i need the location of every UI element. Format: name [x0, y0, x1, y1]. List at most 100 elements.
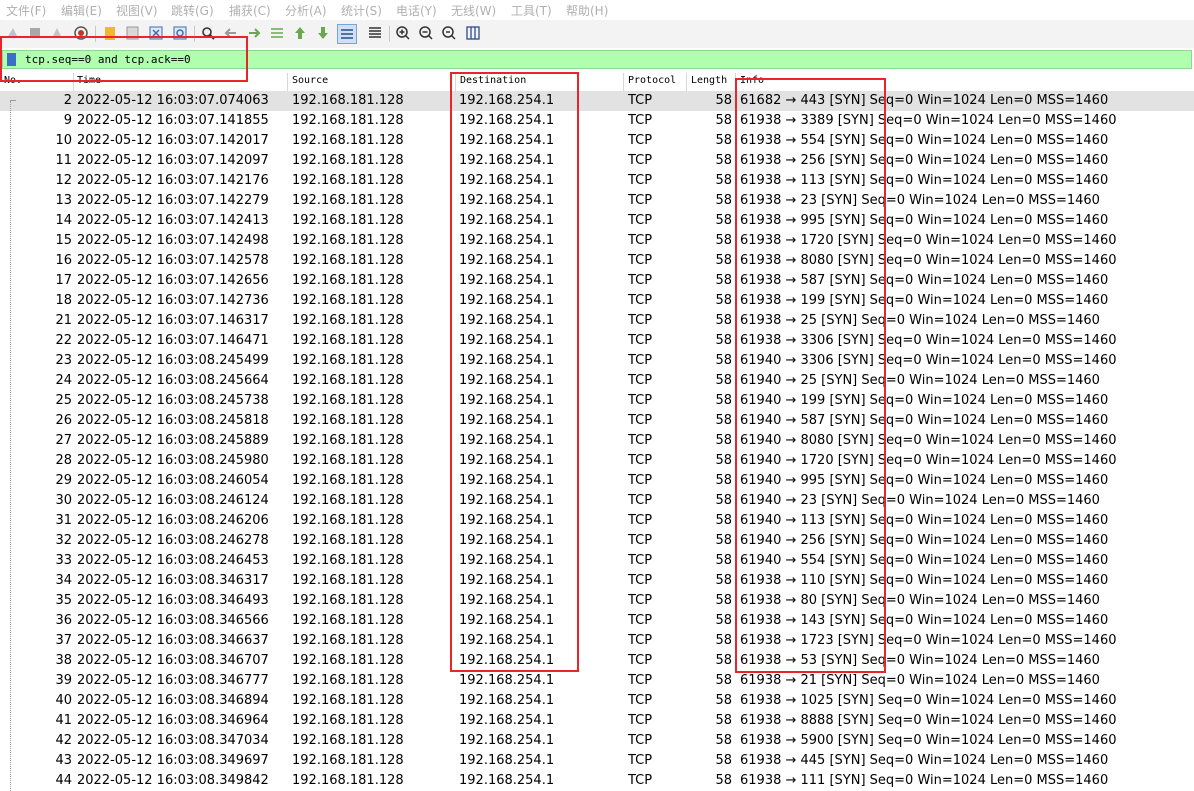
- column-header-length[interactable]: Length: [691, 75, 727, 86]
- go-forward-icon[interactable]: [245, 24, 263, 42]
- menu-capture[interactable]: 捕获(C): [229, 2, 271, 19]
- column-divider[interactable]: [686, 73, 687, 91]
- column-header-source[interactable]: Source: [292, 75, 328, 86]
- column-header-info[interactable]: Info: [740, 75, 764, 86]
- packet-row[interactable]: 16 2022-05-12 16:03:07.142578 192.168.181.…: [0, 251, 1194, 271]
- column-header-no[interactable]: No.: [4, 75, 22, 86]
- menu-analyze[interactable]: 分析(A): [285, 2, 327, 19]
- packet-protocol: TCP: [628, 153, 653, 168]
- packet-row[interactable]: 30 2022-05-12 16:03:08.246124 192.168.181.…: [0, 491, 1194, 511]
- go-to-packet-icon[interactable]: [268, 24, 286, 42]
- packet-row[interactable]: 40 2022-05-12 16:03:08.346894 192.168.181.…: [0, 691, 1194, 711]
- capture-options-icon[interactable]: [72, 24, 90, 42]
- packet-row[interactable]: 34 2022-05-12 16:03:08.346317 192.168.181.…: [0, 571, 1194, 591]
- restart-capture-icon[interactable]: [48, 24, 66, 42]
- column-divider[interactable]: [623, 73, 624, 91]
- column-divider[interactable]: [287, 73, 288, 91]
- menu-edit[interactable]: 编辑(E): [61, 2, 102, 19]
- go-first-packet-icon[interactable]: [291, 24, 309, 42]
- packet-row[interactable]: 23 2022-05-12 16:03:08.245499 192.168.181.…: [0, 351, 1194, 371]
- packet-source: 192.168.181.128: [292, 533, 404, 548]
- packet-info: 61938 → 53 [SYN] Seq=0 Win=1024 Len=0 MS…: [740, 653, 1100, 668]
- colorize-icon[interactable]: [366, 24, 384, 42]
- packet-row[interactable]: 27 2022-05-12 16:03:08.245889 192.168.181.…: [0, 431, 1194, 451]
- packet-length: 58: [715, 133, 732, 148]
- menu-help[interactable]: 帮助(H): [566, 2, 608, 19]
- stop-capture-icon[interactable]: [26, 24, 44, 42]
- reload-file-icon[interactable]: [171, 24, 189, 42]
- packet-row[interactable]: 17 2022-05-12 16:03:07.142656 192.168.181.…: [0, 271, 1194, 291]
- packet-length: 58: [715, 293, 732, 308]
- column-divider[interactable]: [455, 73, 456, 91]
- packet-row[interactable]: 39 2022-05-12 16:03:08.346777 192.168.181.…: [0, 671, 1194, 691]
- packet-row[interactable]: 38 2022-05-12 16:03:08.346707 192.168.181.…: [0, 651, 1194, 671]
- packet-row[interactable]: 33 2022-05-12 16:03:08.246453 192.168.181.…: [0, 551, 1194, 571]
- packet-row[interactable]: 41 2022-05-12 16:03:08.346964 192.168.181.…: [0, 711, 1194, 731]
- zoom-out-icon[interactable]: [417, 24, 435, 42]
- packet-row[interactable]: 18 2022-05-12 16:03:07.142736 192.168.181.…: [0, 291, 1194, 311]
- packet-row[interactable]: 29 2022-05-12 16:03:08.246054 192.168.181.…: [0, 471, 1194, 491]
- column-header-time[interactable]: Time: [77, 75, 101, 86]
- packet-info: 61940 → 554 [SYN] Seq=0 Win=1024 Len=0 M…: [740, 553, 1109, 568]
- go-last-packet-icon[interactable]: [314, 24, 332, 42]
- menu-telephony[interactable]: 电话(Y): [396, 2, 437, 19]
- column-divider[interactable]: [735, 73, 736, 91]
- column-header-protocol[interactable]: Protocol: [628, 75, 676, 86]
- display-filter-input[interactable]: tcp.seq==0 and tcp.ack==0: [2, 50, 1192, 69]
- packet-number: 34: [55, 573, 72, 588]
- packet-row[interactable]: 2 2022-05-12 16:03:07.074063 192.168.181.1…: [0, 91, 1194, 111]
- packet-row[interactable]: 42 2022-05-12 16:03:08.347034 192.168.181.…: [0, 731, 1194, 751]
- save-file-icon[interactable]: [123, 24, 141, 42]
- packet-source: 192.168.181.128: [292, 773, 404, 788]
- find-packet-icon[interactable]: [199, 24, 217, 42]
- packet-row[interactable]: 14 2022-05-12 16:03:07.142413 192.168.181.…: [0, 211, 1194, 231]
- packet-protocol: TCP: [628, 293, 653, 308]
- packet-row[interactable]: 13 2022-05-12 16:03:07.142279 192.168.181.…: [0, 191, 1194, 211]
- packet-row[interactable]: 25 2022-05-12 16:03:08.245738 192.168.181.…: [0, 391, 1194, 411]
- packet-row[interactable]: 24 2022-05-12 16:03:08.245664 192.168.181.…: [0, 371, 1194, 391]
- menu-statistics[interactable]: 统计(S): [341, 2, 382, 19]
- packet-row[interactable]: 44 2022-05-12 16:03:08.349842 192.168.181.…: [0, 771, 1194, 791]
- packet-info: 61938 → 25 [SYN] Seq=0 Win=1024 Len=0 MS…: [740, 313, 1100, 328]
- menu-wireless[interactable]: 无线(W): [451, 2, 496, 19]
- packet-row[interactable]: 15 2022-05-12 16:03:07.142498 192.168.181.…: [0, 231, 1194, 251]
- packet-row[interactable]: 43 2022-05-12 16:03:08.349697 192.168.181.…: [0, 751, 1194, 771]
- packet-row[interactable]: 22 2022-05-12 16:03:07.146471 192.168.181.…: [0, 331, 1194, 351]
- packet-row[interactable]: 36 2022-05-12 16:03:08.346566 192.168.181.…: [0, 611, 1194, 631]
- packet-row[interactable]: 9 2022-05-12 16:03:07.141855 192.168.181.1…: [0, 111, 1194, 131]
- zoom-in-icon[interactable]: [394, 24, 412, 42]
- menu-view[interactable]: 视图(V): [116, 2, 158, 19]
- packet-row[interactable]: 11 2022-05-12 16:03:07.142097 192.168.181.…: [0, 151, 1194, 171]
- packet-row[interactable]: 31 2022-05-12 16:03:08.246206 192.168.181.…: [0, 511, 1194, 531]
- shark-fin-start-icon[interactable]: [4, 24, 22, 42]
- menu-file[interactable]: 文件(F): [6, 2, 46, 19]
- packet-row[interactable]: 28 2022-05-12 16:03:08.245980 192.168.181.…: [0, 451, 1194, 471]
- packet-row[interactable]: 26 2022-05-12 16:03:08.245818 192.168.181.…: [0, 411, 1194, 431]
- packet-protocol: TCP: [628, 313, 653, 328]
- zoom-normal-icon[interactable]: [440, 24, 458, 42]
- packet-length: 58: [715, 633, 732, 648]
- packet-info: 61940 → 113 [SYN] Seq=0 Win=1024 Len=0 M…: [740, 513, 1109, 528]
- menu-go[interactable]: 跳转(G): [171, 2, 214, 19]
- packet-protocol: TCP: [628, 473, 653, 488]
- open-file-icon[interactable]: [101, 24, 119, 42]
- bookmark-icon[interactable]: [7, 53, 16, 66]
- packet-row[interactable]: 37 2022-05-12 16:03:08.346637 192.168.181.…: [0, 631, 1194, 651]
- packet-destination: 192.168.254.1: [459, 773, 555, 788]
- packet-row[interactable]: 21 2022-05-12 16:03:07.146317 192.168.181.…: [0, 311, 1194, 331]
- close-file-icon[interactable]: [147, 24, 165, 42]
- packet-row[interactable]: 32 2022-05-12 16:03:08.246278 192.168.181.…: [0, 531, 1194, 551]
- packet-row[interactable]: 12 2022-05-12 16:03:07.142176 192.168.181.…: [0, 171, 1194, 191]
- packet-time: 2022-05-12 16:03:08.346637: [77, 633, 269, 648]
- menu-tools[interactable]: 工具(T): [511, 2, 552, 19]
- packet-number: 28: [55, 453, 72, 468]
- packet-row[interactable]: 10 2022-05-12 16:03:07.142017 192.168.181.…: [0, 131, 1194, 151]
- packet-length: 58: [715, 593, 732, 608]
- packet-length: 58: [715, 433, 732, 448]
- resize-columns-icon[interactable]: [464, 24, 482, 42]
- column-header-destination[interactable]: Destination: [460, 75, 526, 86]
- packet-row[interactable]: 35 2022-05-12 16:03:08.346493 192.168.181.…: [0, 591, 1194, 611]
- autoscroll-icon[interactable]: [337, 24, 357, 44]
- go-back-icon[interactable]: [222, 24, 240, 42]
- column-divider[interactable]: [73, 73, 74, 91]
